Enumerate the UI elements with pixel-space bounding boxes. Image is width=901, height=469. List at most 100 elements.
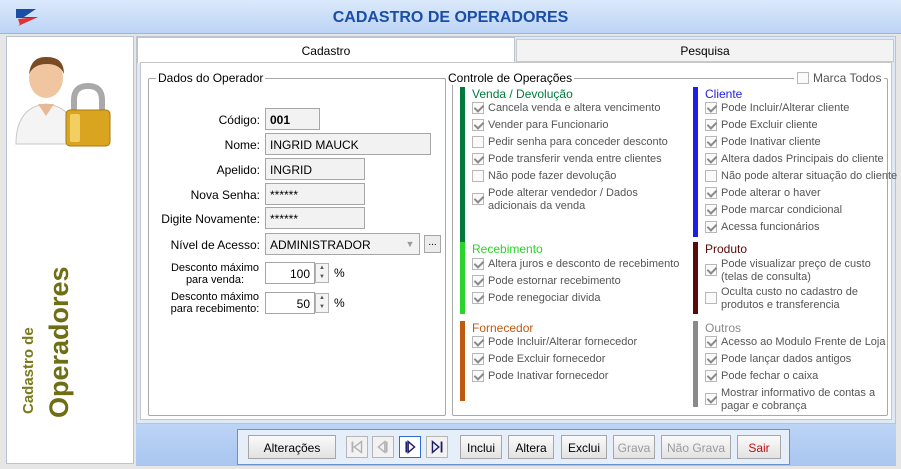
apelido-field[interactable]: INGRID	[265, 158, 365, 180]
venda-checkbox-label: Não pode fazer devolução	[488, 170, 617, 182]
venda-checkbox-label: Vender para Funcionario	[488, 119, 609, 131]
cliente-checkbox[interactable]: Pode marcar condicional	[705, 204, 842, 217]
checkbox-checked-icon[interactable]	[705, 370, 717, 382]
checkbox-checked-icon[interactable]	[472, 353, 484, 365]
inclui-button[interactable]: Inclui	[460, 435, 502, 459]
desconto-venda-spinner[interactable]: ▲ ▼	[315, 263, 329, 283]
checkbox-checked-icon[interactable]	[472, 102, 484, 114]
produto-checkbox[interactable]: Oculta custo no cadastro de produtos e t…	[705, 286, 885, 312]
nivel-acesso-select[interactable]: ADMINISTRADOR	[265, 233, 420, 255]
checkbox-checked-icon[interactable]	[472, 292, 484, 304]
nome-field[interactable]: INGRID MAUCK	[265, 133, 431, 155]
desconto-venda-unit: %	[334, 266, 345, 280]
checkbox-checked-icon[interactable]	[472, 336, 484, 348]
checkbox-checked-icon[interactable]	[472, 258, 484, 270]
cliente-checkbox[interactable]: Acessa funcionários	[705, 221, 819, 234]
checkbox-checked-icon[interactable]	[705, 393, 717, 405]
cliente-checkbox[interactable]: Pode Excluir cliente	[705, 119, 818, 132]
recebimento-checkbox[interactable]: Altera juros e desconto de recebimento	[472, 258, 679, 271]
checkbox-checked-icon[interactable]	[705, 336, 717, 348]
nivel-acesso-lookup-button[interactable]: ...	[424, 235, 441, 253]
checkbox-checked-icon[interactable]	[472, 370, 484, 382]
checkbox-unchecked-icon[interactable]	[472, 136, 484, 148]
nome-label: Nome:	[224, 138, 260, 152]
checkbox-checked-icon[interactable]	[705, 221, 717, 233]
cliente-checkbox-label: Pode alterar o haver	[721, 187, 821, 199]
tab-pesquisa[interactable]: Pesquisa	[516, 39, 894, 62]
cliente-checkbox[interactable]: Pode Inativar cliente	[705, 136, 821, 149]
cliente-checkbox-label: Pode Excluir cliente	[721, 119, 818, 131]
venda-checkbox-label: Pode alterar vendedor / Dados adicionais…	[488, 187, 638, 212]
next-record-icon[interactable]	[399, 436, 421, 458]
cliente-checkbox[interactable]: Não pode alterar situação do cliente	[705, 170, 897, 183]
venda-checkbox[interactable]: Pode transferir venda entre clientes	[472, 153, 662, 166]
cliente-checkbox[interactable]: Pode Incluir/Alterar cliente	[705, 102, 849, 115]
checkbox-checked-icon[interactable]	[705, 102, 717, 114]
cliente-checkbox[interactable]: Altera dados Principais do cliente	[705, 153, 884, 166]
tab-cadastro[interactable]: Cadastro	[137, 37, 515, 63]
exclui-button[interactable]: Exclui	[561, 435, 607, 459]
controle-operacoes-title: Controle de Operações	[446, 71, 575, 85]
last-record-icon[interactable]	[426, 436, 448, 458]
checkbox-unchecked-icon[interactable]	[705, 170, 717, 182]
checkbox-checked-icon[interactable]	[705, 136, 717, 148]
checkbox-checked-icon[interactable]	[705, 264, 717, 276]
fornecedor-checkbox-label: Pode Incluir/Alterar fornecedor	[488, 336, 638, 348]
sidebar-caption-large: Operadores	[44, 266, 74, 418]
checkbox-checked-icon[interactable]	[705, 187, 717, 199]
first-record-icon[interactable]	[346, 436, 368, 458]
checkbox-checked-icon[interactable]	[472, 275, 484, 287]
sair-button[interactable]: Sair	[737, 435, 781, 459]
nivel-acesso-label: Nível de Acesso:	[170, 238, 260, 252]
chevron-down-icon[interactable]: ▼	[401, 234, 419, 254]
venda-checkbox[interactable]: Pedir senha para conceder desconto	[472, 136, 668, 149]
recebimento-checkbox[interactable]: Pode estornar recebimento	[472, 275, 621, 288]
grava-button[interactable]: Grava	[613, 435, 655, 459]
checkbox-checked-icon[interactable]	[705, 353, 717, 365]
outros-checkbox[interactable]: Pode lançar dados antigos	[705, 353, 851, 366]
marca-todos-box[interactable]	[797, 72, 809, 84]
checkbox-checked-icon[interactable]	[472, 153, 484, 165]
checkbox-unchecked-icon[interactable]	[705, 292, 717, 304]
desconto-recebimento-field[interactable]: 50	[265, 292, 315, 314]
checkbox-checked-icon[interactable]	[705, 119, 717, 131]
venda-checkbox[interactable]: Cancela venda e altera vencimento	[472, 102, 660, 115]
desconto-recebimento-label: Desconto máximo para recebimento:	[170, 291, 260, 315]
digite-novamente-field[interactable]: ******	[265, 207, 365, 229]
cliente-section-title: Cliente	[705, 87, 743, 101]
checkbox-unchecked-icon[interactable]	[472, 170, 484, 182]
fornecedor-section-title: Fornecedor	[472, 321, 534, 335]
outros-checkbox[interactable]: Acesso ao Modulo Frente de Loja	[705, 336, 886, 349]
recebimento-checkbox[interactable]: Pode renegociar divida	[472, 292, 601, 305]
venda-section-title: Venda / Devolução	[472, 87, 573, 101]
checkbox-checked-icon[interactable]	[705, 204, 717, 216]
alteracoes-button[interactable]: Alterações	[248, 435, 336, 459]
nova-senha-field[interactable]: ******	[265, 183, 365, 205]
desconto-venda-field[interactable]: 100	[265, 262, 315, 284]
cliente-checkbox[interactable]: Pode alterar o haver	[705, 187, 821, 200]
fornecedor-checkbox-label: Pode Inativar fornecedor	[488, 370, 609, 382]
window-title: CADASTRO DE OPERADORES	[332, 9, 569, 26]
recebimento-section-bar	[460, 242, 465, 314]
outros-section-title: Outros	[705, 321, 742, 335]
previous-record-icon[interactable]	[372, 436, 394, 458]
venda-checkbox[interactable]: Vender para Funcionario	[472, 119, 608, 132]
desconto-recebimento-spinner[interactable]: ▲ ▼	[315, 293, 329, 313]
nao-grava-button[interactable]: Não Grava	[661, 435, 731, 459]
venda-checkbox-label: Cancela venda e altera vencimento	[488, 102, 661, 114]
cliente-section-bar	[693, 87, 698, 237]
venda-checkbox[interactable]: Não pode fazer devolução	[472, 170, 616, 183]
codigo-field[interactable]: 001	[265, 108, 320, 130]
produto-checkbox[interactable]: Pode visualizar preço de custo (telas de…	[705, 258, 885, 284]
outros-checkbox[interactable]: Mostrar informativo de contas a pagar e …	[705, 387, 885, 413]
outros-checkbox[interactable]: Pode fechar o caixa	[705, 370, 818, 383]
venda-checkbox[interactable]: Pode alterar vendedor / Dados adicionais…	[472, 187, 652, 213]
altera-button[interactable]: Altera	[508, 435, 554, 459]
fornecedor-checkbox[interactable]: Pode Inativar fornecedor	[472, 370, 608, 383]
checkbox-checked-icon[interactable]	[705, 153, 717, 165]
marca-todos-checkbox[interactable]: Marca Todos	[794, 72, 885, 85]
fornecedor-checkbox[interactable]: Pode Excluir fornecedor	[472, 353, 605, 366]
fornecedor-checkbox[interactable]: Pode Incluir/Alterar fornecedor	[472, 336, 637, 349]
checkbox-checked-icon[interactable]	[472, 193, 484, 205]
checkbox-checked-icon[interactable]	[472, 119, 484, 131]
